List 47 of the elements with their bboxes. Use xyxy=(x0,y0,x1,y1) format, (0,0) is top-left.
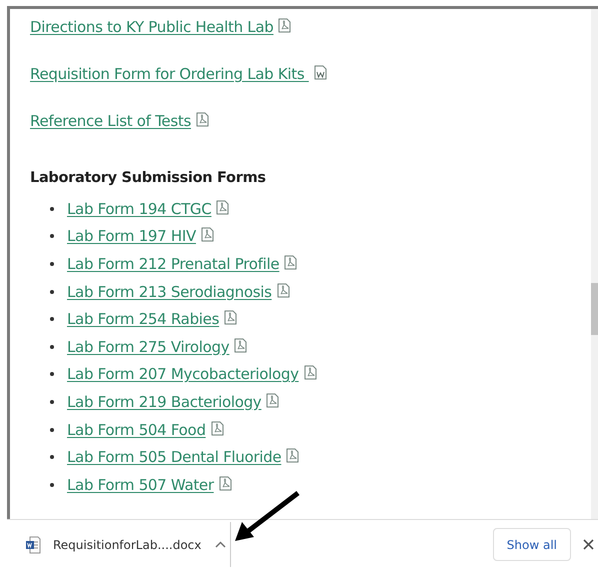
scrollbar-thumb[interactable] xyxy=(591,283,598,335)
pdf-file-icon xyxy=(266,392,280,408)
document-link[interactable]: Lab Form 254 Rabies xyxy=(67,310,220,328)
document-link[interactable]: Lab Form 207 Mycobacteriology xyxy=(67,365,299,384)
document-link[interactable]: Lab Form 505 Dental Fluoride xyxy=(67,448,282,466)
bullet-icon xyxy=(50,262,54,266)
pdf-file-icon xyxy=(284,254,298,270)
section-heading: Laboratory Submission Forms xyxy=(30,169,267,188)
document-link[interactable]: Lab Form 194 CTGC xyxy=(67,200,212,218)
bullet-icon xyxy=(50,344,54,349)
show-all-button[interactable]: Show all xyxy=(492,528,571,561)
bullet-icon xyxy=(50,482,54,487)
pdf-file-icon xyxy=(278,18,292,33)
pdf-file-icon xyxy=(276,282,290,298)
caret-up-icon[interactable] xyxy=(215,541,226,548)
document-link[interactable]: Directions to KY Public Health Lab xyxy=(30,18,274,36)
pdf-file-icon xyxy=(200,227,214,242)
document-link[interactable]: Lab Form 507 Water xyxy=(67,476,214,494)
document-link[interactable]: Lab Form 504 Food xyxy=(67,420,206,438)
pdf-file-icon xyxy=(216,200,230,215)
bullet-icon xyxy=(50,428,54,432)
bullet-icon xyxy=(50,206,54,211)
pdf-file-icon xyxy=(304,365,317,380)
pdf-file-icon xyxy=(286,448,300,464)
document-link[interactable]: Requisition Form for Ordering Lab Kits xyxy=(30,65,309,83)
pdf-file-icon xyxy=(210,420,224,436)
pdf-file-icon xyxy=(218,476,232,491)
bullet-icon xyxy=(50,455,54,460)
bullet-icon xyxy=(50,234,54,238)
bullet-icon xyxy=(50,372,54,376)
pdf-file-icon xyxy=(224,310,238,326)
document-link[interactable]: Lab Form 212 Prenatal Profile xyxy=(67,254,280,273)
bullet-icon xyxy=(50,317,54,322)
arrow-drawing xyxy=(233,490,301,544)
document-link[interactable]: Lab Form 275 Virology xyxy=(67,338,230,356)
document-link[interactable]: Lab Form 197 HIV xyxy=(67,227,196,246)
close-icon[interactable] xyxy=(583,539,594,550)
pdf-file-icon xyxy=(196,112,209,127)
pdf-file-icon xyxy=(234,338,248,353)
bullet-icon xyxy=(50,400,54,404)
document-link[interactable]: Reference List of Tests xyxy=(30,112,191,130)
download-file-name[interactable]: RequisitionforLab....docx xyxy=(53,536,202,554)
document-link[interactable]: Lab Form 213 Serodiagnosis xyxy=(67,282,272,301)
document-link[interactable]: Lab Form 219 Bacteriology xyxy=(67,392,262,411)
word-file-icon xyxy=(314,65,327,80)
bullet-icon xyxy=(50,290,54,294)
word-document-icon xyxy=(25,536,41,554)
